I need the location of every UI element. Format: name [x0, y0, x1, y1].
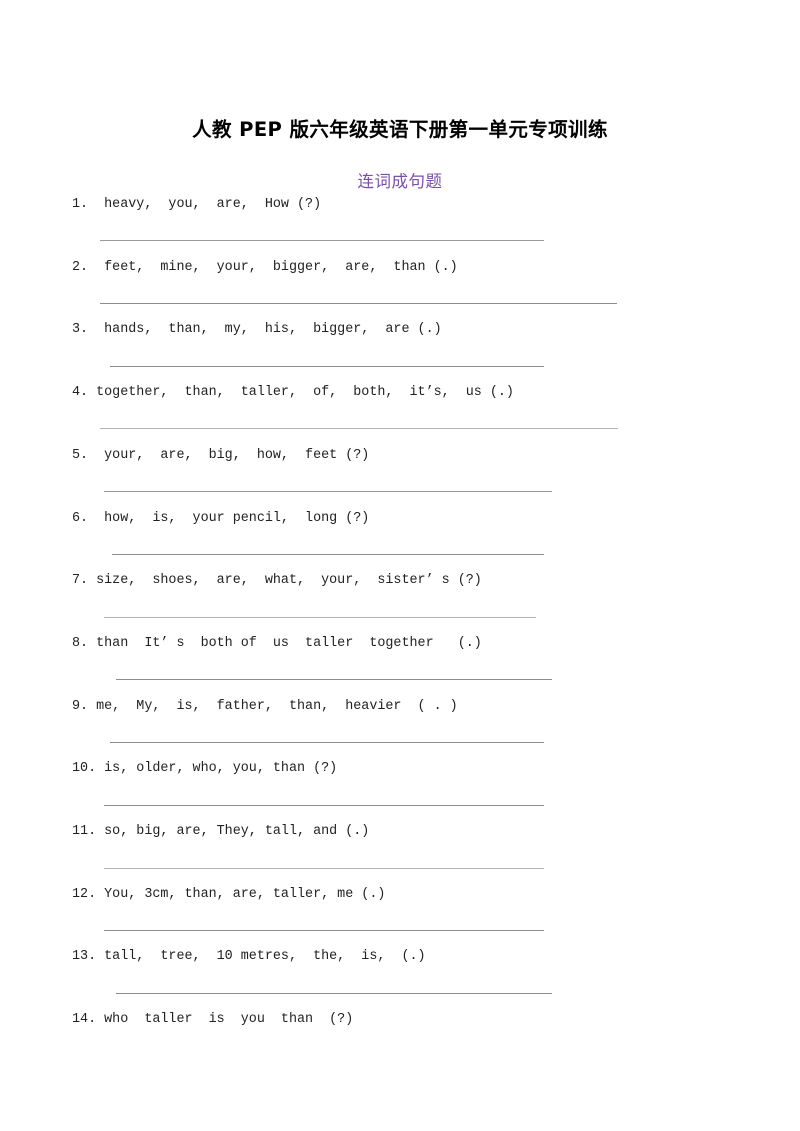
question-number: 9. [72, 698, 89, 714]
answer-line[interactable] [100, 303, 617, 304]
question-item: 11. so, big, are, They, tall, and (.) [0, 823, 800, 885]
question-item: 9. me, My, is, father, than, heavier ( .… [0, 698, 800, 760]
question-text: heavy, you, are, How (?) [88, 197, 322, 212]
question-text: feet, mine, your, bigger, are, than (.) [88, 259, 458, 275]
question-line: 7. size, shoes, are, what, your, sister’… [72, 572, 482, 590]
question-text: size, shoes, are, what, your, sister’ s … [88, 573, 482, 589]
answer-line[interactable] [104, 617, 536, 618]
question-text: is, older, who, you, than (?) [96, 761, 338, 777]
question-item: 10. is, older, who, you, than (?) [0, 760, 800, 822]
page-subtitle: 连词成句题 [357, 171, 443, 191]
question-item: 5. your, are, big, how, feet (?) [0, 447, 800, 509]
question-text: your, are, big, how, feet (?) [88, 447, 370, 463]
question-line: 3. hands, than, my, his, bigger, are (.) [72, 321, 442, 339]
question-number: 3. [72, 322, 89, 338]
question-number: 11. [72, 824, 97, 839]
question-text: so, big, are, They, tall, and (.) [96, 824, 370, 839]
answer-line[interactable] [100, 428, 618, 429]
question-line: 4. together, than, taller, of, both, it’… [72, 384, 514, 402]
question-number: 8. [72, 635, 89, 651]
page-title: 人教 PEP 版六年级英语下册第一单元专项训练 [192, 118, 608, 142]
answer-line[interactable] [104, 491, 552, 492]
question-number: 1. [72, 197, 89, 212]
question-item: 8. than It’ s both of us taller together… [0, 635, 800, 697]
question-line: 11. so, big, are, They, tall, and (.) [72, 823, 369, 841]
question-item: 7. size, shoes, are, what, your, sister’… [0, 572, 800, 634]
question-text: than It’ s both of us taller together (.… [88, 635, 482, 651]
question-item: 13. tall, tree, 10 metres, the, is, (.) [0, 948, 800, 1010]
question-text: You, 3cm, than, are, taller, me (.) [96, 886, 386, 902]
question-item: 3. hands, than, my, his, bigger, are (.) [0, 321, 800, 383]
question-number: 4. [72, 385, 89, 401]
question-line: 5. your, are, big, how, feet (?) [72, 447, 369, 465]
answer-line[interactable] [110, 366, 544, 367]
question-line: 12. You, 3cm, than, are, taller, me (.) [72, 886, 385, 904]
answer-line[interactable] [116, 679, 552, 680]
question-item: 6. how, is, your pencil, long (?) [0, 510, 800, 572]
question-line: 2. feet, mine, your, bigger, are, than (… [72, 259, 458, 277]
question-number: 10. [72, 761, 97, 777]
answer-line[interactable] [110, 742, 544, 743]
question-line: 13. tall, tree, 10 metres, the, is, (.) [72, 948, 426, 966]
question-text: together, than, taller, of, both, it’s, … [88, 385, 514, 401]
question-item: 4. together, than, taller, of, both, it’… [0, 384, 800, 446]
question-number: 12. [72, 886, 97, 902]
answer-line[interactable] [104, 868, 544, 869]
question-number: 14. [72, 1012, 97, 1028]
question-line: 10. is, older, who, you, than (?) [72, 760, 337, 778]
worksheet-page: 人教 PEP 版六年级英语下册第一单元专项训练 连词成句题 1. heavy, … [0, 0, 800, 1131]
question-item: 1. heavy, you, are, How (?) [0, 196, 800, 258]
question-line: 9. me, My, is, father, than, heavier ( .… [72, 698, 458, 716]
question-number: 6. [72, 510, 89, 526]
question-number: 7. [72, 573, 89, 589]
question-number: 13. [72, 949, 97, 965]
question-line: 8. than It’ s both of us taller together… [72, 635, 482, 653]
answer-line[interactable] [104, 805, 544, 806]
question-line: 1. heavy, you, are, How (?) [72, 196, 321, 214]
question-item: 14. who taller is you than (?) [0, 1011, 800, 1073]
answer-line[interactable] [112, 554, 544, 555]
question-text: tall, tree, 10 metres, the, is, (.) [96, 949, 426, 965]
answer-line[interactable] [116, 993, 552, 994]
question-text: who taller is you than (?) [96, 1012, 354, 1028]
question-number: 2. [72, 259, 89, 275]
question-line: 6. how, is, your pencil, long (?) [72, 510, 369, 528]
question-text: how, is, your pencil, long (?) [88, 510, 370, 526]
question-text: hands, than, my, his, bigger, are (.) [88, 322, 442, 338]
answer-line[interactable] [100, 240, 544, 241]
question-item: 2. feet, mine, your, bigger, are, than (… [0, 259, 800, 321]
answer-line[interactable] [104, 930, 544, 931]
question-text: me, My, is, father, than, heavier ( . ) [88, 698, 458, 714]
question-number: 5. [72, 447, 89, 463]
question-item: 12. You, 3cm, than, are, taller, me (.) [0, 886, 800, 948]
question-line: 14. who taller is you than (?) [72, 1011, 353, 1029]
